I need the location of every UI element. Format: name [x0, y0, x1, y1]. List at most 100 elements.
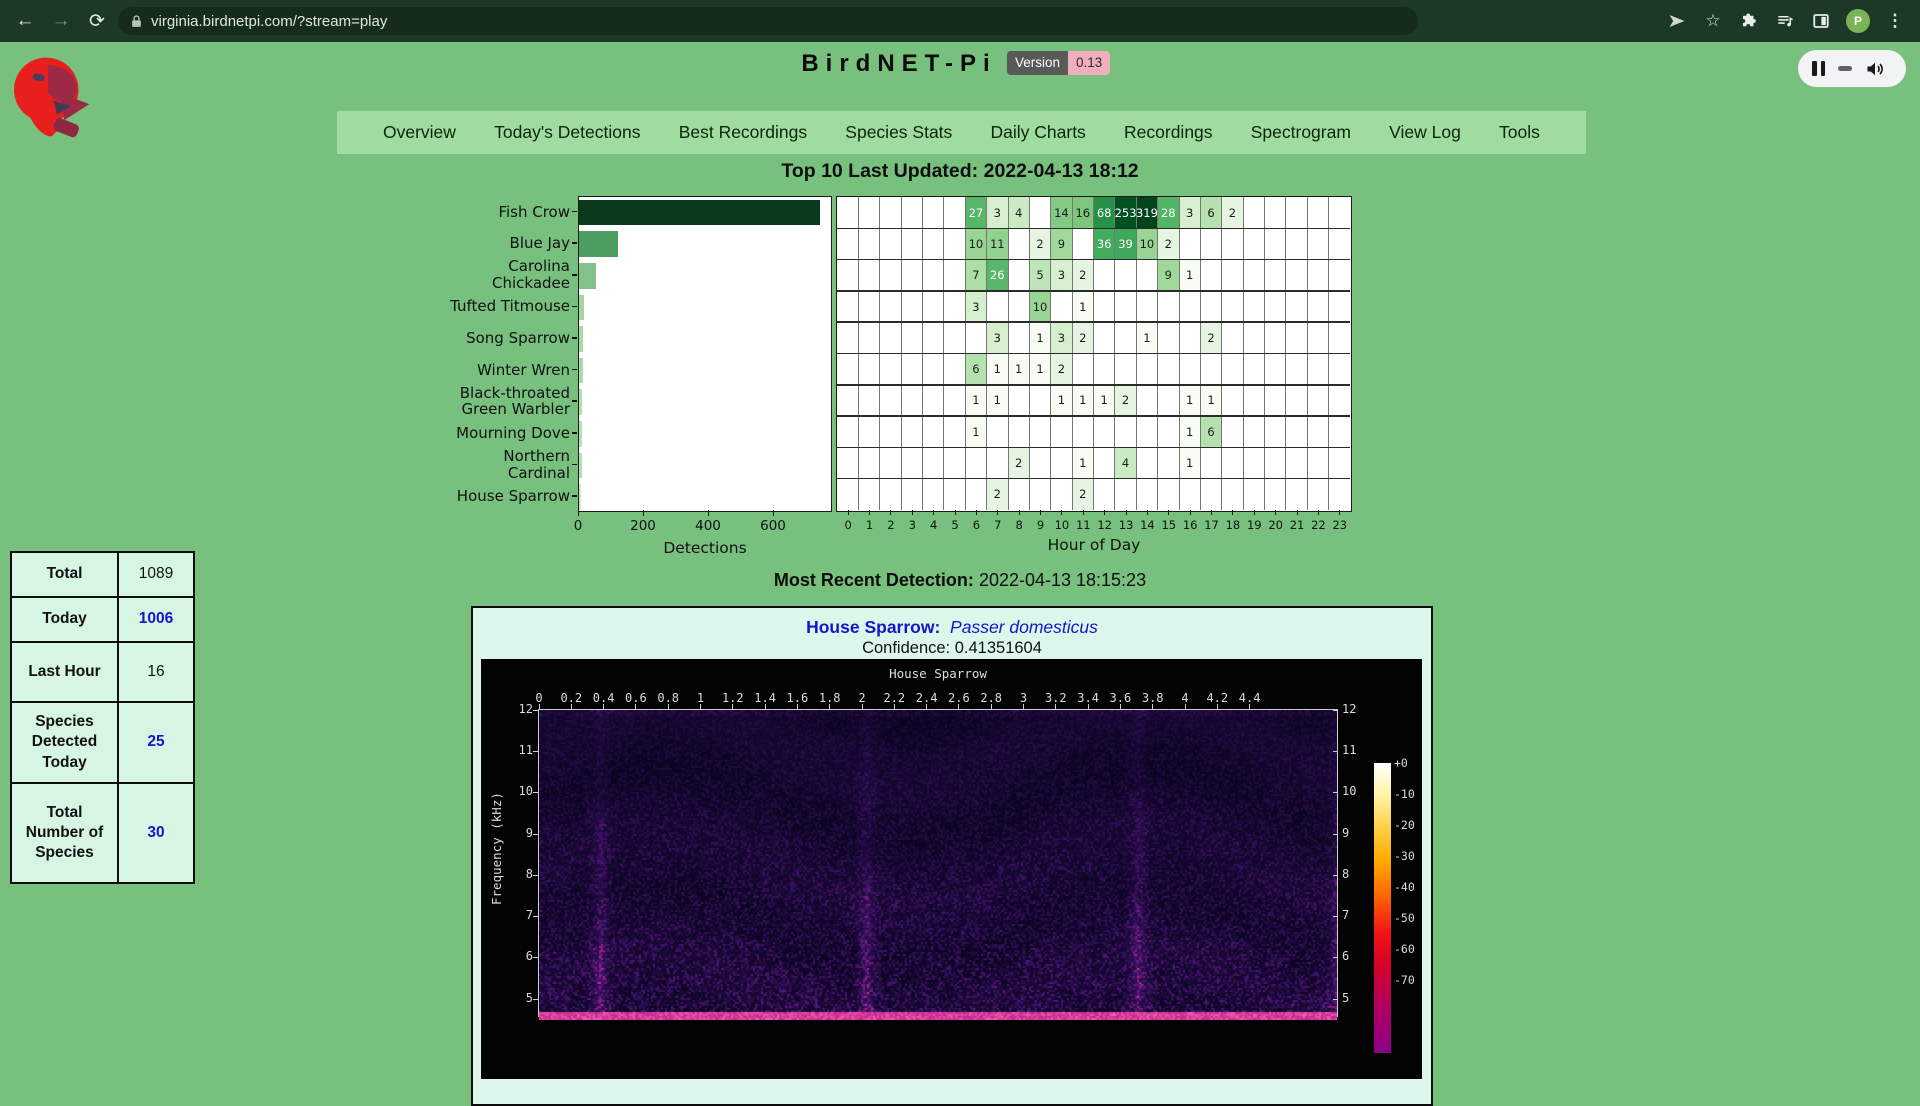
pause-button[interactable]: [1812, 61, 1825, 76]
most-recent-value: 2022-04-13 18:15:23: [979, 570, 1146, 590]
bar-house-sparrow: [579, 484, 581, 510]
hour-axis-label: Hour of Day: [836, 536, 1352, 554]
heatmap-cell: 1: [1051, 385, 1072, 416]
browser-toolbar: ← → ⟳ virginia.birdnetpi.com/?stream=pla…: [0, 0, 1920, 42]
heatmap-cell: 6: [1200, 197, 1221, 228]
main-nav: Overview Today's Detections Best Recording…: [337, 111, 1586, 154]
stats-label: Total: [11, 552, 118, 597]
hour-axis-tick: 10: [1051, 518, 1073, 532]
bar-black-throated-green-warbler: [579, 389, 582, 415]
heatmap-cell: 4: [1008, 197, 1029, 228]
bar-northern-cardinal: [579, 453, 582, 479]
heatmap-cell: 7: [965, 260, 986, 291]
spectrogram-image: [539, 710, 1337, 1020]
heatmap-cell: 1: [1029, 354, 1050, 385]
detection-species[interactable]: House Sparrow:: [806, 617, 940, 637]
hour-axis-tick: 15: [1158, 518, 1180, 532]
sidebar-icon[interactable]: [1810, 10, 1832, 32]
nav-item-view-log[interactable]: View Log: [1389, 122, 1461, 143]
detection-confidence-line: Confidence: 0.41351604: [471, 639, 1433, 658]
heatmap-cell: 319: [1136, 197, 1157, 228]
heatmap-cell: 1: [987, 385, 1008, 416]
media-queue-icon[interactable]: [1774, 10, 1796, 32]
species-label: Tufted Titmouse: [330, 291, 570, 323]
hour-axis-tick: 11: [1072, 518, 1094, 532]
stats-value-species-detected-today[interactable]: 25: [118, 702, 194, 783]
bar-carolina-chickadee: [579, 263, 596, 289]
species-label: Song Sparrow: [330, 322, 570, 354]
nav-item-species-stats[interactable]: Species Stats: [845, 122, 952, 143]
birdnetpi-logo: [12, 54, 102, 145]
hour-axis-tick: 20: [1265, 518, 1287, 532]
heatmap-cell: 36: [1094, 228, 1115, 259]
stats-row-today: Today1006: [11, 597, 194, 642]
hour-axis-tick: 9: [1030, 518, 1052, 532]
nav-item-overview[interactable]: Overview: [383, 122, 456, 143]
heatmap-cell: 3: [965, 291, 986, 322]
heatmap-cell: 3: [1179, 197, 1200, 228]
bar-song-sparrow: [579, 326, 583, 352]
forward-button[interactable]: →: [46, 6, 76, 36]
detection-species-line: House Sparrow: Passer domesticus: [471, 617, 1433, 638]
url-text: virginia.birdnetpi.com/?stream=play: [151, 13, 387, 30]
stats-row-species-detected-today: Species Detected Today25: [11, 702, 194, 783]
heatmap-cell: 1: [1072, 291, 1093, 322]
share-icon[interactable]: [1666, 10, 1688, 32]
hour-axis-tick: 23: [1329, 518, 1351, 532]
stats-value-today[interactable]: 1006: [118, 597, 194, 642]
heatmap-cell: 4: [1115, 447, 1136, 478]
heatmap-cell: 1: [1179, 385, 1200, 416]
species-label: Mourning Dove: [330, 417, 570, 449]
nav-item-spectrogram[interactable]: Spectrogram: [1251, 122, 1351, 143]
bar-mourning-dove: [579, 421, 582, 447]
nav-item-recordings[interactable]: Recordings: [1124, 122, 1213, 143]
nav-item-best-recordings[interactable]: Best Recordings: [679, 122, 807, 143]
hour-axis-tick: 1: [859, 518, 881, 532]
confidence-label: Confidence:: [862, 639, 950, 657]
nav-item-tools[interactable]: Tools: [1499, 122, 1540, 143]
heatmap-cell: 26: [987, 260, 1008, 291]
heatmap-cell: 1: [1072, 385, 1093, 416]
species-label: Winter Wren: [330, 354, 570, 386]
seek-handle[interactable]: [1838, 66, 1852, 71]
heatmap-cell: 253: [1115, 197, 1136, 228]
heatmap-cell: 2: [1200, 322, 1221, 353]
species-label: House Sparrow: [330, 480, 570, 512]
heatmap-cell: 10: [965, 228, 986, 259]
heatmap-cell: 2: [1072, 260, 1093, 291]
heatmap-cell: 1: [965, 416, 986, 447]
bookmark-star-icon[interactable]: ☆: [1702, 10, 1724, 32]
heatmap-cell: 11: [987, 228, 1008, 259]
heatmap-cell: 6: [1200, 416, 1221, 447]
profile-avatar[interactable]: P: [1846, 9, 1870, 33]
bar-blue-jay: [579, 231, 618, 257]
nav-item-today-s-detections[interactable]: Today's Detections: [494, 122, 640, 143]
extensions-icon[interactable]: [1738, 10, 1760, 32]
reload-button[interactable]: ⟳: [82, 6, 112, 36]
heatmap-cell: 3: [1051, 260, 1072, 291]
heatmap-cell: 3: [1051, 322, 1072, 353]
heatmap-cell: 2: [1029, 228, 1050, 259]
back-button[interactable]: ←: [10, 6, 40, 36]
detection-scientific: Passer domesticus: [950, 617, 1098, 637]
version-label: Version: [1007, 51, 1068, 75]
stats-value-total: 1089: [118, 552, 194, 597]
hour-axis-tick: 7: [987, 518, 1009, 532]
hour-axis-tick: 5: [944, 518, 966, 532]
species-label: Blue Jay: [330, 228, 570, 260]
hour-axis-tick: 3: [901, 518, 923, 532]
stats-value-total-number-of-species[interactable]: 30: [118, 783, 194, 883]
stats-label: Total Number of Species: [11, 783, 118, 883]
bar-axis-label: Detections: [578, 539, 832, 557]
audio-player[interactable]: [1798, 50, 1906, 87]
stats-table-wrap: Total1089Today1006Last Hour16Species Det…: [10, 551, 195, 884]
volume-icon[interactable]: [1865, 59, 1885, 79]
version-value: 0.13: [1068, 51, 1110, 75]
species-label: Northern Cardinal: [330, 449, 570, 481]
hour-heatmap: 2734141668253319283621011293639102726532…: [836, 196, 1352, 512]
nav-item-daily-charts[interactable]: Daily Charts: [991, 122, 1086, 143]
menu-icon[interactable]: ⋮: [1884, 10, 1906, 32]
stats-label: Today: [11, 597, 118, 642]
heatmap-cell: 10: [1136, 228, 1157, 259]
url-bar[interactable]: virginia.birdnetpi.com/?stream=play: [118, 7, 1418, 35]
